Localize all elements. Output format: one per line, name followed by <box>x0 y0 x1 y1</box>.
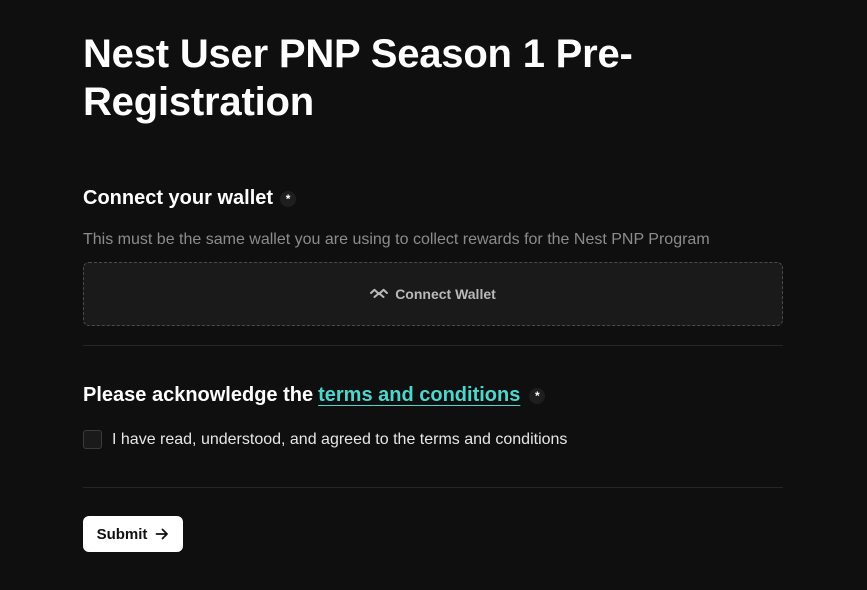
section-divider <box>83 487 783 488</box>
wallet-section-label: Connect your wallet * <box>83 187 297 210</box>
terms-label-prefix: Please acknowledge the <box>83 384 314 406</box>
wallet-connect-icon <box>370 288 389 300</box>
terms-checkbox-row[interactable]: I have read, understood, and agreed to t… <box>83 430 567 449</box>
section-divider <box>83 345 783 346</box>
connect-wallet-button[interactable]: Connect Wallet <box>83 262 783 326</box>
wallet-helper-text: This must be the same wallet you are usi… <box>83 231 710 248</box>
terms-and-conditions-link[interactable]: terms and conditions <box>318 384 520 407</box>
submit-button[interactable]: Submit <box>83 516 183 552</box>
terms-checkbox-label[interactable]: I have read, understood, and agreed to t… <box>112 431 567 449</box>
terms-checkbox[interactable] <box>83 430 102 449</box>
connect-wallet-button-content: Connect Wallet <box>370 286 496 302</box>
arrow-right-icon <box>155 527 169 541</box>
terms-section-label: Please acknowledge the terms and conditi… <box>83 384 546 407</box>
required-marker: * <box>529 387 546 404</box>
registration-page: Nest User PNP Season 1 Pre-Registration … <box>0 0 867 590</box>
wallet-label-text: Connect your wallet <box>83 187 274 209</box>
connect-wallet-label: Connect Wallet <box>395 286 496 302</box>
submit-label: Submit <box>96 525 148 543</box>
required-marker: * <box>280 190 297 207</box>
page-title: Nest User PNP Season 1 Pre-Registration <box>83 32 633 124</box>
